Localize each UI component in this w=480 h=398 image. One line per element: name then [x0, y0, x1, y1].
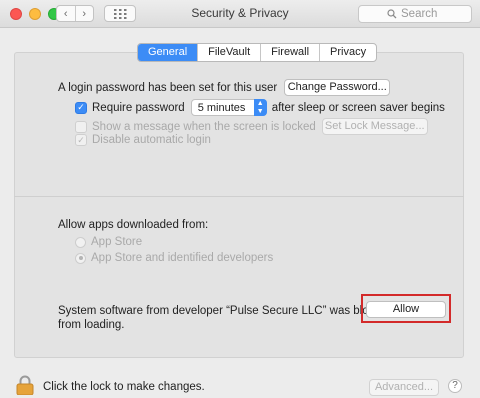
radio-app-store[interactable]: [75, 236, 86, 248]
radio-identified-developers-label: App Store and identified developers: [91, 252, 274, 264]
blocked-software-message: System software from developer “Pulse Se…: [58, 304, 393, 332]
chevron-left-icon: ‹: [63, 7, 68, 20]
login-password-message: A login password has been set for this u…: [58, 81, 278, 94]
show-message-row: Show a message when the screen is locked…: [75, 118, 428, 135]
advanced-button[interactable]: Advanced...: [369, 379, 439, 396]
minimize-window-button[interactable]: [29, 8, 41, 20]
tab-filevault[interactable]: FileVault: [197, 44, 260, 61]
require-password-label: Require password: [92, 101, 185, 114]
show-message-label: Show a message when the screen is locked: [92, 120, 316, 133]
disable-auto-login-row: ✓ Disable automatic login: [75, 134, 211, 146]
allow-apps-heading: Allow apps downloaded from:: [58, 219, 208, 231]
show-message-checkbox[interactable]: [75, 120, 87, 133]
change-password-button[interactable]: Change Password...: [284, 79, 391, 96]
back-button[interactable]: ‹: [57, 6, 75, 21]
help-button[interactable]: ?: [448, 379, 462, 393]
chevron-right-icon: ›: [82, 7, 87, 20]
blocked-message-line1: System software from developer “Pulse Se…: [58, 305, 393, 317]
set-lock-message-button[interactable]: Set Lock Message...: [321, 118, 428, 135]
password-delay-select[interactable]: 5 minutes ▲ ▼: [190, 99, 267, 116]
lock-text-row: Click the lock to make changes.: [43, 381, 205, 393]
close-window-button[interactable]: [10, 8, 22, 20]
search-field[interactable]: Search: [358, 5, 472, 23]
section-divider: [14, 196, 464, 197]
title-bar: ‹ › Security & Privacy Search: [0, 0, 480, 28]
tab-general[interactable]: General: [138, 44, 198, 61]
radio-identified-developers[interactable]: [75, 252, 86, 264]
allow-highlight-box: [361, 294, 451, 323]
select-arrows-icon: ▲ ▼: [253, 99, 267, 116]
lock-button[interactable]: [16, 375, 34, 398]
radio-app-store-row: App Store: [75, 236, 142, 248]
radio-selected-dot: [78, 256, 83, 260]
navigation-buttons: ‹ ›: [56, 5, 94, 22]
require-password-row: ✓ Require password 5 minutes ▲ ▼ after sl…: [75, 99, 445, 116]
tab-privacy[interactable]: Privacy: [319, 44, 376, 61]
password-delay-value: 5 minutes: [197, 101, 246, 114]
tab-firewall[interactable]: Firewall: [260, 44, 319, 61]
search-icon: [387, 9, 397, 19]
grid-icon: [113, 8, 126, 19]
allow-apps-heading-text: Allow apps downloaded from:: [58, 219, 209, 231]
require-password-checkbox[interactable]: ✓: [75, 101, 87, 114]
login-password-row: A login password has been set for this u…: [58, 79, 391, 96]
blocked-message-line2: from loading.: [58, 319, 125, 331]
radio-app-store-label: App Store: [91, 236, 143, 248]
lock-icon: [16, 375, 34, 396]
show-all-button[interactable]: [104, 5, 136, 22]
search-placeholder: Search: [401, 8, 438, 20]
window-title: Security & Privacy: [191, 6, 289, 20]
tab-bar: General FileVault Firewall Privacy: [137, 43, 378, 62]
lock-text: Click the lock to make changes.: [43, 381, 205, 393]
disable-auto-login-checkbox[interactable]: ✓: [75, 134, 87, 146]
after-sleep-label: after sleep or screen saver begins: [271, 101, 445, 114]
forward-button[interactable]: ›: [74, 6, 94, 21]
radio-identified-developers-row: App Store and identified developers: [75, 252, 273, 264]
disable-auto-login-label: Disable automatic login: [92, 134, 211, 146]
